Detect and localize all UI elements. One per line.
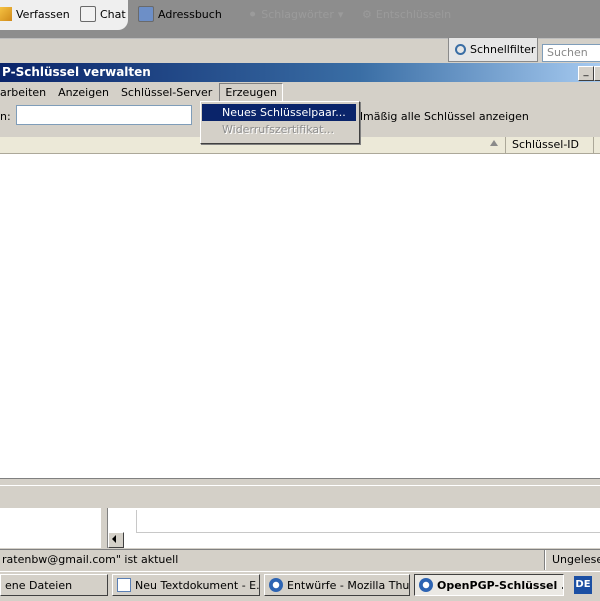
document-icon [117,578,131,592]
taskbar-item-openpgp[interactable]: OpenPGP-Schlüssel ... [414,574,564,596]
column-header-keyid[interactable]: Schlüssel-ID [506,137,594,153]
status-separator [544,550,546,570]
gear-icon: ⚙ [362,7,372,21]
arrow-left-icon [112,535,116,543]
tags-button[interactable]: ⚫ Schlagwörter ▾ [248,6,343,22]
maximize-button[interactable] [594,66,600,81]
addressbook-button[interactable]: Adressbuch [138,6,222,22]
filter-label: n: [0,110,11,123]
scroll-left-button[interactable] [108,532,124,548]
addressbook-icon [138,6,154,22]
menu-view[interactable]: Anzeigen [53,84,114,101]
taskbar-item-files[interactable]: ene Dateien [0,574,108,596]
menubar: arbeiten Anzeigen Schlüssel-Server Erzeu… [0,82,600,102]
taskbar-item-thunderbird[interactable]: Entwürfe - Mozilla Thu... [264,574,410,596]
pane-splitter[interactable] [100,508,108,548]
chat-icon [80,6,96,22]
minimize-button[interactable]: _ [578,66,594,81]
language-indicator[interactable]: DE [574,576,592,594]
folder-pane[interactable] [0,508,101,548]
chat-button[interactable]: Chat [80,6,126,22]
window-title: P-Schlüssel verwalten [0,63,600,82]
tag-icon: ⚫ [248,7,258,21]
menuitem-revocation-cert[interactable]: Widerrufszertifikat... [202,121,356,138]
message-pane-frame [136,510,600,533]
filter-input[interactable] [16,105,192,125]
menuitem-new-keypair[interactable]: Neues Schlüsselpaar... [202,104,356,121]
menu-generate[interactable]: Erzeugen [219,82,284,102]
menu-keyserver[interactable]: Schlüssel-Server [116,84,217,101]
search-input[interactable]: Suchen [542,44,600,62]
unread-count: Ungelesen [552,553,600,566]
decrypt-button[interactable]: ⚙ Entschlüsseln [362,6,451,22]
quickfilter-button[interactable]: Schnellfilter [448,37,538,62]
taskbar-item-textdoc[interactable]: Neu Textdokument - E... [112,574,260,596]
show-all-keys-label[interactable]: dmäßig alle Schlüssel anzeigen [356,110,529,123]
sort-up-icon [490,140,498,146]
chevron-down-icon: ▾ [337,7,344,21]
thunderbird-icon [419,578,433,592]
menu-edit[interactable]: arbeiten [0,84,51,101]
magnifier-icon [455,44,466,55]
window-footer [0,485,600,509]
thunderbird-icon [269,578,283,592]
status-text: ratenbw@gmail.com" ist aktuell [2,553,179,566]
key-list[interactable] [0,137,600,480]
compose-button[interactable]: Verfassen [0,6,70,22]
pencil-icon [0,7,12,21]
